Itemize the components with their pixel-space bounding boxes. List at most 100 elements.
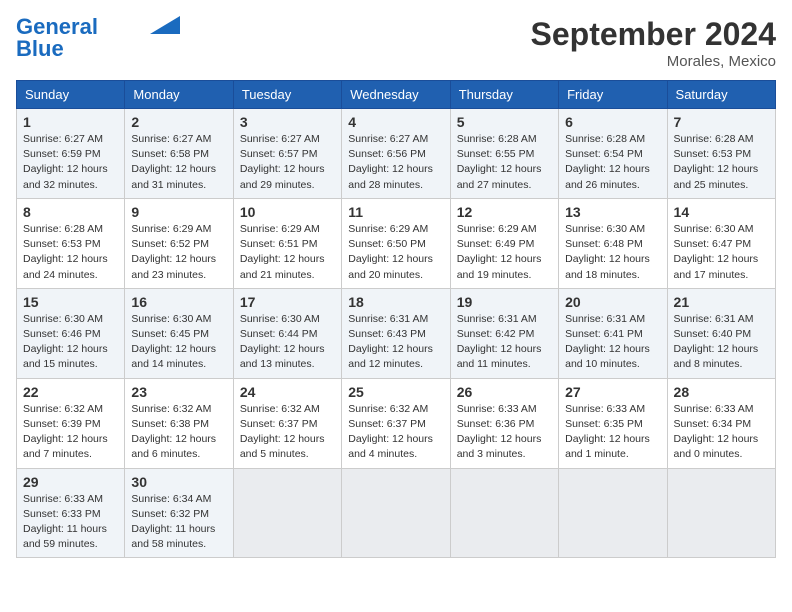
day-number: 6 — [565, 114, 660, 130]
day-number: 24 — [240, 384, 335, 400]
calendar-week-row: 15 Sunrise: 6:30 AMSunset: 6:46 PMDayligh… — [17, 288, 776, 378]
day-number: 10 — [240, 204, 335, 220]
calendar-day-cell: 18 Sunrise: 6:31 AMSunset: 6:43 PMDayligh… — [342, 288, 450, 378]
day-number: 4 — [348, 114, 443, 130]
cell-content: Sunrise: 6:29 AMSunset: 6:51 PMDaylight:… — [240, 222, 335, 283]
calendar-day-cell: 29Sunrise: 6:33 AMSunset: 6:33 PMDayligh… — [17, 468, 125, 558]
logo: General Blue — [16, 16, 180, 61]
calendar-week-row: 22 Sunrise: 6:32 AMSunset: 6:39 PMDayligh… — [17, 378, 776, 468]
cell-content: Sunrise: 6:28 AMSunset: 6:53 PMDaylight:… — [23, 222, 118, 283]
cell-content: Sunrise: 6:31 AMSunset: 6:41 PMDaylight:… — [565, 312, 660, 373]
cell-content: Sunrise: 6:30 AMSunset: 6:44 PMDaylight:… — [240, 312, 335, 373]
cell-content: Sunrise: 6:32 AMSunset: 6:39 PMDaylight:… — [23, 402, 118, 463]
day-number: 13 — [565, 204, 660, 220]
logo-text: General — [16, 16, 98, 38]
page-header: General Blue September 2024 Morales, Mex… — [16, 16, 776, 70]
day-number: 20 — [565, 294, 660, 310]
calendar-day-cell: 21 Sunrise: 6:31 AMSunset: 6:40 PMDayligh… — [667, 288, 775, 378]
calendar-week-row: 1 Sunrise: 6:27 AMSunset: 6:59 PMDaylight… — [17, 109, 776, 199]
cell-content: Sunrise: 6:33 AMSunset: 6:36 PMDaylight:… — [457, 402, 552, 463]
calendar-table: SundayMondayTuesdayWednesdayThursdayFrid… — [16, 80, 776, 558]
cell-content: Sunrise: 6:27 AMSunset: 6:56 PMDaylight:… — [348, 132, 443, 193]
calendar-day-cell: 24 Sunrise: 6:32 AMSunset: 6:37 PMDayligh… — [233, 378, 341, 468]
calendar-day-cell: 28Sunrise: 6:33 AMSunset: 6:34 PMDayligh… — [667, 378, 775, 468]
cell-content: Sunrise: 6:34 AMSunset: 6:32 PMDaylight:… — [131, 492, 226, 553]
col-header-friday: Friday — [559, 81, 667, 109]
calendar-week-row: 29Sunrise: 6:33 AMSunset: 6:33 PMDayligh… — [17, 468, 776, 558]
title-area: September 2024 Morales, Mexico — [531, 16, 776, 70]
day-number: 2 — [131, 114, 226, 130]
calendar-day-cell: 15 Sunrise: 6:30 AMSunset: 6:46 PMDayligh… — [17, 288, 125, 378]
cell-content: Sunrise: 6:27 AMSunset: 6:58 PMDaylight:… — [131, 132, 226, 193]
day-number: 26 — [457, 384, 552, 400]
cell-content: Sunrise: 6:32 AMSunset: 6:37 PMDaylight:… — [348, 402, 443, 463]
calendar-day-cell: 3Sunrise: 6:27 AMSunset: 6:57 PMDaylight… — [233, 109, 341, 199]
logo-blue-text: Blue — [16, 36, 64, 61]
month-title: September 2024 — [531, 16, 776, 53]
cell-content: Sunrise: 6:28 AMSunset: 6:54 PMDaylight:… — [565, 132, 660, 193]
day-number: 18 — [348, 294, 443, 310]
calendar-day-cell: 26 Sunrise: 6:33 AMSunset: 6:36 PMDayligh… — [450, 378, 558, 468]
calendar-day-cell: 10 Sunrise: 6:29 AMSunset: 6:51 PMDayligh… — [233, 198, 341, 288]
cell-content: Sunrise: 6:30 AMSunset: 6:46 PMDaylight:… — [23, 312, 118, 373]
cell-content: Sunrise: 6:32 AMSunset: 6:37 PMDaylight:… — [240, 402, 335, 463]
calendar-day-cell: 7Sunrise: 6:28 AMSunset: 6:53 PMDaylight… — [667, 109, 775, 199]
cell-content: Sunrise: 6:29 AMSunset: 6:52 PMDaylight:… — [131, 222, 226, 283]
calendar-day-cell: 16Sunrise: 6:30 AMSunset: 6:45 PMDayligh… — [125, 288, 233, 378]
calendar-day-cell: 6 Sunrise: 6:28 AMSunset: 6:54 PMDaylight… — [559, 109, 667, 199]
cell-content: Sunrise: 6:29 AMSunset: 6:50 PMDaylight:… — [348, 222, 443, 283]
col-header-sunday: Sunday — [17, 81, 125, 109]
calendar-day-cell: 30 Sunrise: 6:34 AMSunset: 6:32 PMDayligh… — [125, 468, 233, 558]
cell-content: Sunrise: 6:31 AMSunset: 6:40 PMDaylight:… — [674, 312, 769, 373]
cell-content: Sunrise: 6:31 AMSunset: 6:43 PMDaylight:… — [348, 312, 443, 373]
cell-content: Sunrise: 6:30 AMSunset: 6:48 PMDaylight:… — [565, 222, 660, 283]
calendar-day-cell: 27Sunrise: 6:33 AMSunset: 6:35 PMDayligh… — [559, 378, 667, 468]
day-number: 5 — [457, 114, 552, 130]
calendar-day-cell: 9 Sunrise: 6:29 AMSunset: 6:52 PMDaylight… — [125, 198, 233, 288]
calendar-day-cell: 20 Sunrise: 6:31 AMSunset: 6:41 PMDayligh… — [559, 288, 667, 378]
calendar-day-cell — [559, 468, 667, 558]
calendar-day-cell: 25 Sunrise: 6:32 AMSunset: 6:37 PMDayligh… — [342, 378, 450, 468]
day-number: 1 — [23, 114, 118, 130]
calendar-day-cell: 17 Sunrise: 6:30 AMSunset: 6:44 PMDayligh… — [233, 288, 341, 378]
day-number: 11 — [348, 204, 443, 220]
day-number: 25 — [348, 384, 443, 400]
calendar-day-cell — [450, 468, 558, 558]
cell-content: Sunrise: 6:33 AMSunset: 6:35 PMDaylight:… — [565, 402, 660, 463]
calendar-header-row: SundayMondayTuesdayWednesdayThursdayFrid… — [17, 81, 776, 109]
day-number: 9 — [131, 204, 226, 220]
day-number: 16 — [131, 294, 226, 310]
calendar-day-cell: 22 Sunrise: 6:32 AMSunset: 6:39 PMDayligh… — [17, 378, 125, 468]
calendar-day-cell: 14Sunrise: 6:30 AMSunset: 6:47 PMDayligh… — [667, 198, 775, 288]
calendar-week-row: 8 Sunrise: 6:28 AMSunset: 6:53 PMDaylight… — [17, 198, 776, 288]
cell-content: Sunrise: 6:32 AMSunset: 6:38 PMDaylight:… — [131, 402, 226, 463]
calendar-day-cell: 8 Sunrise: 6:28 AMSunset: 6:53 PMDaylight… — [17, 198, 125, 288]
cell-content: Sunrise: 6:27 AMSunset: 6:57 PMDaylight:… — [240, 132, 335, 193]
calendar-day-cell: 12Sunrise: 6:29 AMSunset: 6:49 PMDayligh… — [450, 198, 558, 288]
day-number: 22 — [23, 384, 118, 400]
day-number: 12 — [457, 204, 552, 220]
calendar-day-cell: 11 Sunrise: 6:29 AMSunset: 6:50 PMDayligh… — [342, 198, 450, 288]
calendar-day-cell — [667, 468, 775, 558]
calendar-day-cell: 23 Sunrise: 6:32 AMSunset: 6:38 PMDayligh… — [125, 378, 233, 468]
day-number: 17 — [240, 294, 335, 310]
calendar-day-cell: 2 Sunrise: 6:27 AMSunset: 6:58 PMDaylight… — [125, 109, 233, 199]
calendar-day-cell: 4 Sunrise: 6:27 AMSunset: 6:56 PMDaylight… — [342, 109, 450, 199]
cell-content: Sunrise: 6:31 AMSunset: 6:42 PMDaylight:… — [457, 312, 552, 373]
col-header-wednesday: Wednesday — [342, 81, 450, 109]
calendar-day-cell: 13 Sunrise: 6:30 AMSunset: 6:48 PMDayligh… — [559, 198, 667, 288]
day-number: 23 — [131, 384, 226, 400]
day-number: 29 — [23, 474, 118, 490]
cell-content: Sunrise: 6:28 AMSunset: 6:53 PMDaylight:… — [674, 132, 769, 193]
cell-content: Sunrise: 6:28 AMSunset: 6:55 PMDaylight:… — [457, 132, 552, 193]
day-number: 8 — [23, 204, 118, 220]
logo-icon — [150, 16, 180, 34]
calendar-day-cell: 1 Sunrise: 6:27 AMSunset: 6:59 PMDaylight… — [17, 109, 125, 199]
col-header-tuesday: Tuesday — [233, 81, 341, 109]
cell-content: Sunrise: 6:27 AMSunset: 6:59 PMDaylight:… — [23, 132, 118, 193]
calendar-day-cell: 5 Sunrise: 6:28 AMSunset: 6:55 PMDaylight… — [450, 109, 558, 199]
day-number: 30 — [131, 474, 226, 490]
day-number: 15 — [23, 294, 118, 310]
day-number: 21 — [674, 294, 769, 310]
cell-content: Sunrise: 6:30 AMSunset: 6:47 PMDaylight:… — [674, 222, 769, 283]
